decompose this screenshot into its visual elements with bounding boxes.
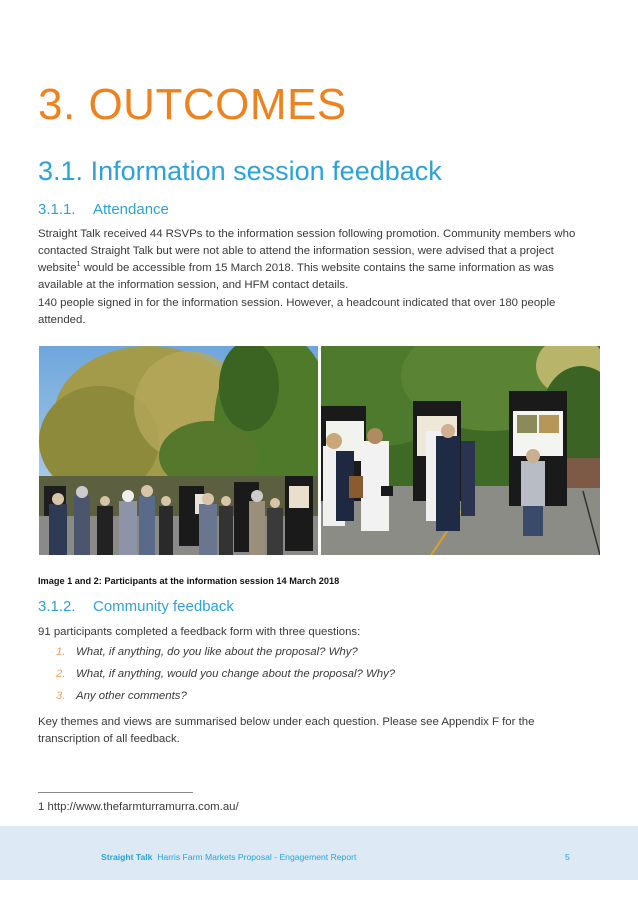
- photo-gallery: [39, 346, 600, 555]
- section-heading: 3.1. Information session feedback: [38, 156, 442, 187]
- list-item: 3. Any other comments?: [56, 690, 395, 712]
- feedback-intro: 91 participants completed a feedback for…: [38, 626, 361, 638]
- photo-1-image: [39, 346, 318, 555]
- paragraph-text: would be accessible from 15 March 2018. …: [38, 262, 554, 291]
- subsection-number: 3.1.1.: [38, 201, 76, 218]
- footer-brand: Straight Talk: [101, 852, 153, 862]
- image-caption: Image 1 and 2: Participants at the infor…: [38, 576, 340, 586]
- subsection-heading-community-feedback: 3.1.2. Community feedback: [38, 598, 234, 615]
- page-number: 5: [565, 852, 570, 862]
- section-title: Information session feedback: [90, 156, 442, 186]
- subsection-title: Attendance: [93, 201, 169, 218]
- list-item-number: 1.: [56, 646, 66, 658]
- footnote-divider: [38, 792, 193, 793]
- list-item: 1. What, if anything, do you like about t…: [56, 646, 395, 668]
- photo-2-image: [321, 346, 600, 555]
- section-number: 3.1.: [38, 156, 84, 186]
- footer-text: Straight Talk Harris Farm Markets Propos…: [101, 852, 356, 862]
- list-item-number: 2.: [56, 668, 66, 680]
- feedback-closing-paragraph: Key themes and views are summarised belo…: [38, 716, 535, 745]
- list-item: 2. What, if anything, would you change ab…: [56, 668, 395, 690]
- list-item-text: What, if anything, would you change abou…: [76, 668, 396, 680]
- subsection-title: Community feedback: [93, 598, 234, 615]
- footer-report-title: Harris Farm Markets Proposal - Engagemen…: [157, 852, 357, 862]
- footnote[interactable]: 1 http://www.thefarmturramurra.com.au/: [38, 801, 239, 813]
- list-item-number: 3.: [56, 690, 66, 702]
- photo-2: [321, 346, 600, 555]
- attendance-paragraph-1: Straight Talk received 44 RSVPs to the i…: [38, 226, 598, 294]
- subsection-number: 3.1.2.: [38, 598, 76, 615]
- list-item-text: What, if anything, do you like about the…: [76, 646, 358, 658]
- chapter-number: 3.: [38, 80, 76, 129]
- page-footer: Straight Talk Harris Farm Markets Propos…: [0, 826, 638, 880]
- photo-1: [39, 346, 318, 555]
- feedback-questions-list: 1. What, if anything, do you like about t…: [56, 646, 395, 712]
- attendance-paragraph-2: 140 people signed in for the information…: [38, 297, 556, 326]
- subsection-heading-attendance: 3.1.1. Attendance: [38, 201, 169, 218]
- chapter-title: OUTCOMES: [88, 80, 347, 129]
- list-item-text: Any other comments?: [76, 690, 187, 702]
- chapter-heading: 3. OUTCOMES: [38, 80, 347, 130]
